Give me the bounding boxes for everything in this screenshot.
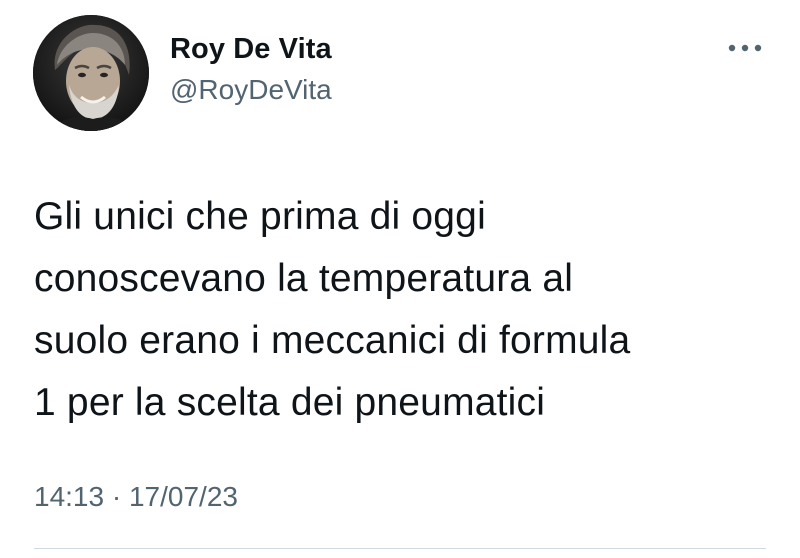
more-horizontal-icon [728,44,762,52]
more-options-button[interactable] [720,28,770,68]
tweet-text-line: 1 per la scelta dei pneumatici [34,381,546,424]
tweet-text: Gli unici che prima di oggi conoscevano … [34,186,774,434]
tweet-text-line: conoscevano la temperatura al [34,257,574,300]
author-handle[interactable]: @RoyDeVita [170,73,332,107]
divider [34,548,766,549]
tweet-timestamp[interactable]: 14:13 · 17/07/23 [34,480,238,514]
tweet-date: 17/07/23 [128,481,238,512]
avatar[interactable] [33,15,149,131]
tweet-time: 14:13 [34,481,105,512]
tweet-card: Roy De Vita @RoyDeVita Gli unici che pri… [0,0,800,558]
tweet-text-line: suolo erano i meccanici di formula [34,319,631,362]
author-display-name[interactable]: Roy De Vita [170,32,332,66]
avatar-image [33,15,149,131]
timestamp-separator: · [111,481,122,512]
tweet-text-line: Gli unici che prima di oggi [34,195,486,238]
author-info: Roy De Vita @RoyDeVita [170,32,332,107]
